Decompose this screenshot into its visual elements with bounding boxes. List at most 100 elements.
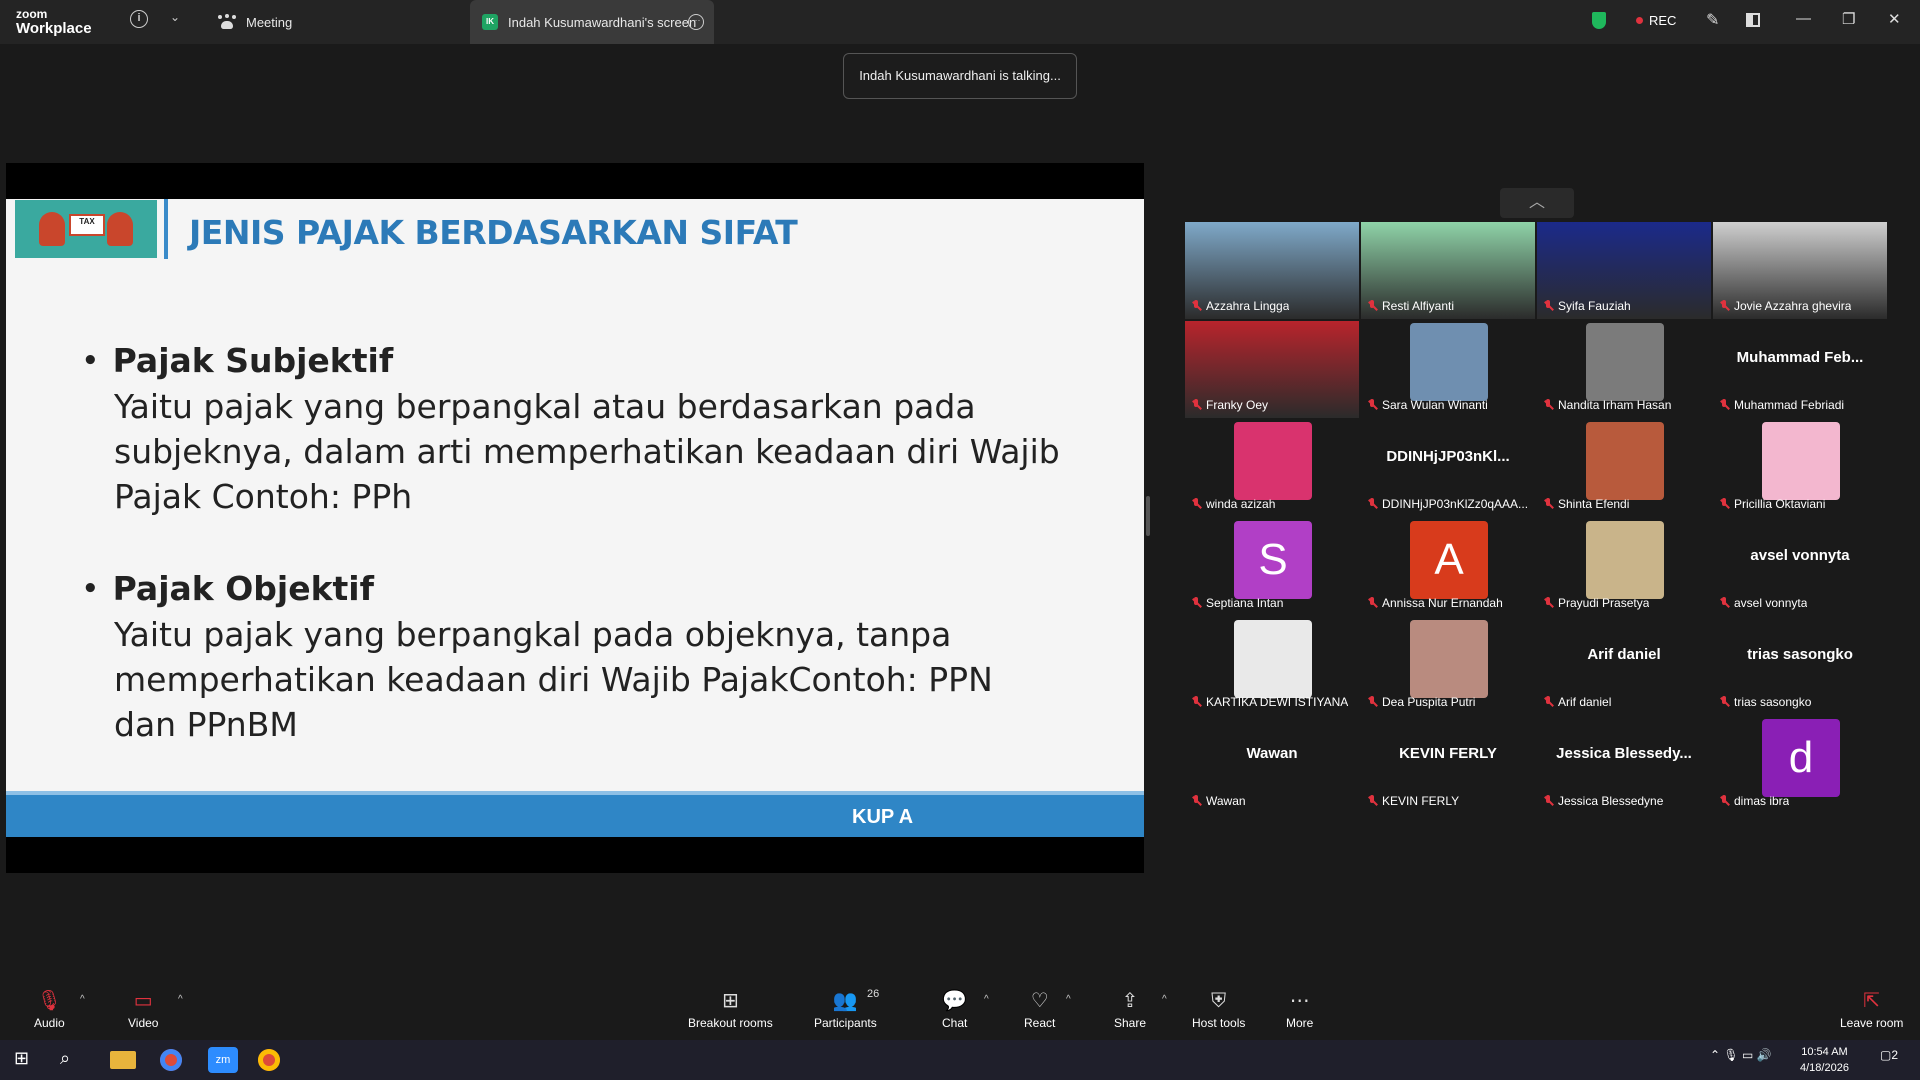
participant-name-label: winda azizah — [1191, 497, 1275, 511]
panel-splitter-handle[interactable] — [1146, 496, 1150, 536]
participant-tile[interactable]: winda azizah — [1185, 420, 1359, 517]
gallery-scroll-up-button[interactable]: ︿ — [1500, 188, 1574, 218]
participant-tile[interactable]: Muhammad Feb... Muhammad Febriadi — [1713, 321, 1887, 418]
mic-muted-icon — [1719, 597, 1729, 609]
windows-start-icon[interactable]: ⊞ — [14, 1048, 40, 1072]
tab-shared-screen[interactable]: IK Indah Kusumawardhani's screen ··· — [470, 0, 714, 44]
mic-muted-icon — [1367, 795, 1377, 807]
avatar: S — [1234, 521, 1312, 599]
chevron-down-icon[interactable]: ⌄ — [170, 10, 180, 24]
participant-tile[interactable]: Jessica Blessedy... Jessica Blessedyne — [1537, 717, 1711, 814]
participant-tile[interactable]: Sara Wulan Winanti — [1361, 321, 1535, 418]
participant-tile[interactable]: Azzahra Lingga — [1185, 222, 1359, 319]
participant-name-label: trias sasongko — [1719, 695, 1811, 709]
participant-name-label: Prayudi Prasetya — [1543, 596, 1649, 610]
annotate-pen-icon[interactable]: ✎ — [1706, 10, 1719, 30]
participant-tile[interactable]: Resti Alfiyanti — [1361, 222, 1535, 319]
audio-button[interactable]: 🎙 Audio — [34, 988, 65, 1030]
more-dots-icon: ⋯ — [1289, 990, 1310, 1012]
slide-header: TAX JENIS PAJAK BERDASARKAN SIFAT — [6, 199, 1144, 263]
tax-illustration: TAX — [15, 200, 157, 258]
audio-options-caret[interactable]: ^ — [80, 994, 85, 1005]
leave-room-button[interactable]: ⇱ Leave room — [1840, 988, 1903, 1030]
host-tools-button[interactable]: ⛨ Host tools — [1192, 988, 1245, 1030]
zoom-app-icon[interactable]: zm — [208, 1047, 238, 1073]
recording-indicator[interactable]: REC — [1636, 13, 1676, 28]
participant-name-label: Resti Alfiyanti — [1367, 299, 1454, 313]
meeting-info-icon[interactable]: i — [130, 10, 148, 28]
mic-muted-icon — [1367, 399, 1377, 411]
participant-tile[interactable]: Dea Puspita Putri — [1361, 618, 1535, 715]
minimize-icon[interactable]: — — [1796, 10, 1811, 27]
participant-tile[interactable]: Prayudi Prasetya — [1537, 519, 1711, 616]
participant-name-label: Azzahra Lingga — [1191, 299, 1289, 313]
close-icon[interactable]: ✕ — [1888, 10, 1901, 28]
participant-name-label: Franky Oey — [1191, 398, 1268, 412]
participant-name-label: DDINHjJP03nKlZz0qAAA... — [1367, 497, 1528, 511]
heart-icon: ♡ — [1030, 990, 1049, 1012]
search-icon[interactable]: ⌕ — [60, 1048, 86, 1072]
participant-tile[interactable]: Wawan Wawan — [1185, 717, 1359, 814]
participant-display-name: Arif daniel — [1587, 646, 1661, 663]
participant-name-label: Septiana Intan — [1191, 596, 1283, 610]
participant-display-name: Wawan — [1246, 745, 1298, 762]
participant-tile[interactable]: S Septiana Intan — [1185, 519, 1359, 616]
participant-tile[interactable]: trias sasongko trias sasongko — [1713, 618, 1887, 715]
participant-tile[interactable]: Nandita Irham Hasan — [1537, 321, 1711, 418]
notification-icon[interactable]: ▢2 — [1880, 1048, 1906, 1072]
meeting-icon — [218, 15, 236, 29]
participant-display-name: Jessica Blessedy... — [1556, 745, 1692, 762]
video-button[interactable]: ▭ Video — [128, 988, 158, 1030]
participant-tile[interactable]: DDINHjJP03nKl... DDINHjJP03nKlZz0qAAA... — [1361, 420, 1535, 517]
tab-options-icon[interactable]: ··· — [688, 14, 704, 30]
participant-tile[interactable]: Syifa Fauziah — [1537, 222, 1711, 319]
mic-muted-icon — [1191, 300, 1201, 312]
chat-button[interactable]: 💬 Chat — [942, 988, 967, 1030]
participant-name-label: Syifa Fauziah — [1543, 299, 1631, 313]
participant-photo — [1586, 521, 1664, 599]
chrome-icon[interactable] — [258, 1049, 280, 1071]
grid-icon: ⊞ — [721, 990, 739, 1012]
participant-photo — [1762, 422, 1840, 500]
bullet-icon: • — [82, 345, 99, 376]
participant-tile[interactable]: KARTIKA DEWI ISTIYANA — [1185, 618, 1359, 715]
view-layout-icon[interactable] — [1746, 13, 1760, 27]
react-options-caret[interactable]: ^ — [1066, 994, 1071, 1005]
participants-button[interactable]: 👥 26 Participants — [814, 988, 880, 1030]
mic-muted-icon — [1719, 498, 1729, 510]
file-explorer-icon[interactable] — [110, 1051, 136, 1069]
participant-tile[interactable]: Jovie Azzahra ghevira — [1713, 222, 1887, 319]
share-options-caret[interactable]: ^ — [1162, 994, 1167, 1005]
participant-count: 26 — [867, 988, 880, 1000]
participant-name-label: dimas ibra — [1719, 794, 1789, 808]
chat-options-caret[interactable]: ^ — [984, 994, 989, 1005]
participant-photo — [1234, 620, 1312, 698]
chrome-icon[interactable] — [160, 1049, 182, 1071]
presentation-slide: TAX JENIS PAJAK BERDASARKAN SIFAT • Pajak… — [6, 199, 1144, 837]
participant-tile[interactable]: avsel vonnyta avsel vonnyta — [1713, 519, 1887, 616]
participant-name-label: Jovie Azzahra ghevira — [1719, 299, 1851, 313]
participant-tile[interactable]: d dimas ibra — [1713, 717, 1887, 814]
restore-icon[interactable]: ❐ — [1842, 10, 1855, 28]
avatar: A — [1410, 521, 1488, 599]
participant-tile[interactable]: Shinta Efendi — [1537, 420, 1711, 517]
mic-muted-icon — [1543, 399, 1553, 411]
more-button[interactable]: ⋯ More — [1286, 988, 1313, 1030]
participant-tile[interactable]: Franky Oey — [1185, 321, 1359, 418]
breakout-rooms-button[interactable]: ⊞ Breakout rooms — [688, 988, 773, 1030]
shared-screen[interactable]: TAX JENIS PAJAK BERDASARKAN SIFAT • Pajak… — [6, 163, 1144, 873]
participant-tile[interactable]: KEVIN FERLY KEVIN FERLY — [1361, 717, 1535, 814]
security-shield-icon[interactable] — [1592, 12, 1606, 29]
participant-tile[interactable]: Pricillia Oktaviani — [1713, 420, 1887, 517]
system-tray-icons[interactable]: ⌃ 🎙 ▭ 🔊 — [1710, 1048, 1790, 1072]
participant-display-name: trias sasongko — [1747, 646, 1853, 663]
participant-name-label: Wawan — [1191, 794, 1246, 808]
slide-title: JENIS PAJAK BERDASARKAN SIFAT — [189, 213, 798, 252]
share-button[interactable]: ⇪ Share — [1114, 988, 1146, 1030]
taskbar-clock[interactable]: 10:54 AM 4/18/2026 — [1800, 1044, 1849, 1076]
video-options-caret[interactable]: ^ — [178, 994, 183, 1005]
tab-meeting[interactable]: Meeting — [218, 0, 292, 44]
participant-tile[interactable]: A Annissa Nur Ernandah — [1361, 519, 1535, 616]
react-button[interactable]: ♡ React — [1024, 988, 1055, 1030]
participant-tile[interactable]: Arif daniel Arif daniel — [1537, 618, 1711, 715]
